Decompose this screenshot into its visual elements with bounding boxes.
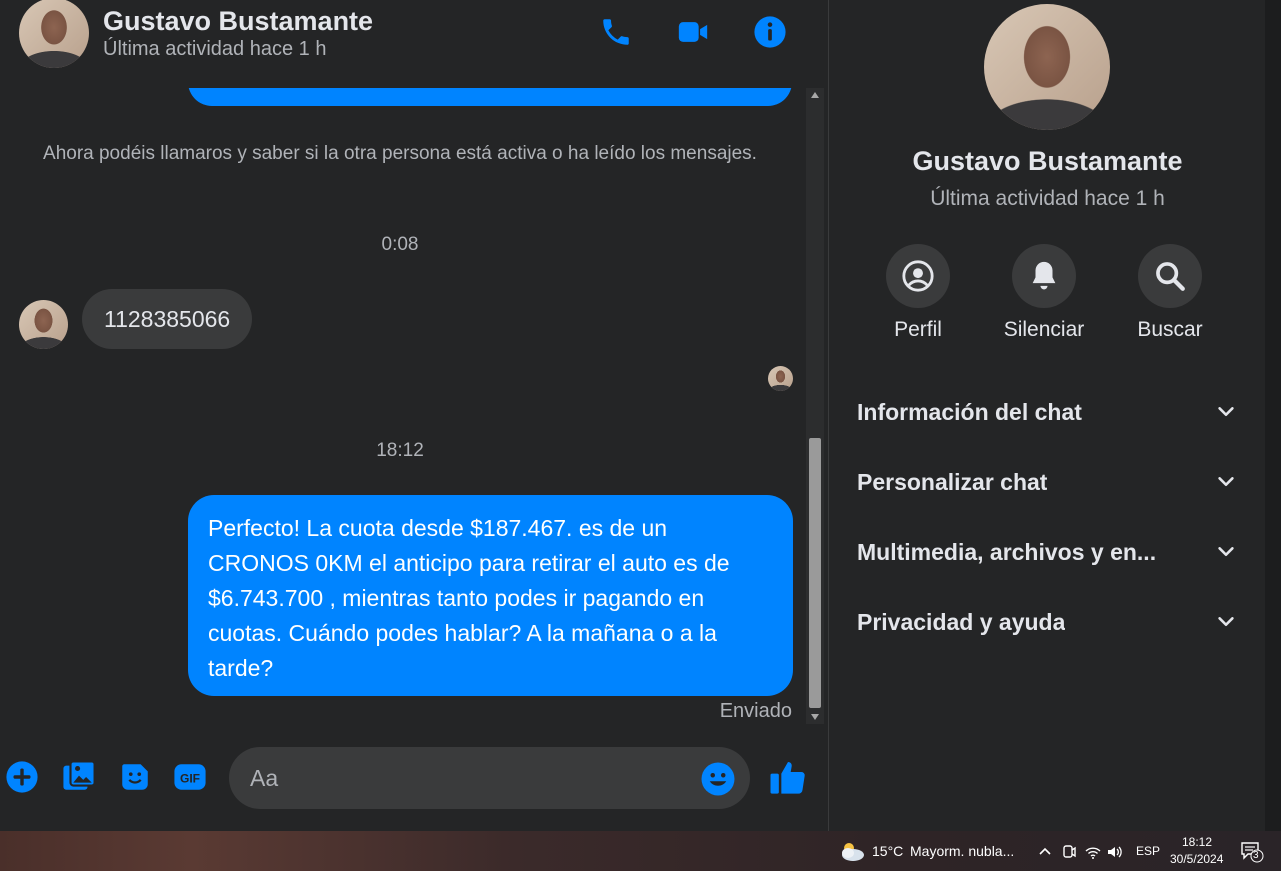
notification-center-icon[interactable] [1240, 841, 1264, 863]
weather-cloud-icon[interactable] [838, 839, 866, 863]
section-chat-info[interactable]: Información del chat [857, 392, 1237, 432]
read-receipt-avatar [768, 366, 793, 391]
scroll-thumb[interactable] [809, 438, 821, 708]
chat-info-panel: Gustavo Bustamante Última actividad hace… [828, 0, 1265, 831]
message-list[interactable]: Ahora podéis llamaros y saber si la otra… [0, 88, 806, 724]
chat-pane: Gustavo Bustamante Última actividad hace… [0, 0, 827, 831]
bell-icon [1032, 261, 1056, 290]
timestamp: 18:12 [376, 440, 424, 461]
info-icon[interactable] [752, 14, 788, 50]
plus-icon[interactable] [4, 759, 40, 795]
mute-label: Silenciar [1003, 318, 1085, 341]
message-input[interactable] [229, 747, 750, 809]
thumbs-up-icon[interactable] [768, 757, 808, 797]
section-customize-chat[interactable]: Personalizar chat [857, 462, 1237, 502]
meet-now-icon[interactable] [1060, 843, 1078, 861]
incoming-message[interactable]: 1128385066 [82, 289, 253, 349]
section-privacy-help[interactable]: Privacidad y ayuda [857, 602, 1237, 642]
emoji-icon[interactable] [700, 761, 736, 797]
section-title: Multimedia, archivos y en... [857, 538, 1157, 565]
profile-avatar[interactable] [984, 4, 1110, 130]
page-scrollbar[interactable] [1265, 0, 1281, 831]
chevron-down-icon [1218, 477, 1234, 487]
notification-count: 3 [1253, 850, 1259, 861]
profile-label: Perfil [894, 318, 942, 341]
image-attach-icon[interactable] [61, 759, 97, 795]
search-label: Buscar [1137, 318, 1203, 341]
volume-icon[interactable] [1106, 843, 1124, 861]
wifi-icon[interactable] [1084, 843, 1102, 861]
windows-taskbar: 15°C Mayorm. nubla... ESP 18:12 30/5/202… [0, 831, 1281, 871]
input-language[interactable]: ESP [1136, 844, 1160, 858]
gif-icon[interactable]: GIF [172, 759, 208, 795]
chevron-down-icon [1218, 547, 1234, 557]
chat-header: Gustavo Bustamante Última actividad hace… [0, 0, 827, 68]
message-scrollbar[interactable] [806, 88, 824, 724]
timestamp: 0:08 [381, 234, 419, 255]
chevron-down-icon [1218, 407, 1234, 417]
search-button[interactable]: Buscar [1115, 244, 1225, 342]
mute-button[interactable]: Silenciar [989, 244, 1099, 342]
profile-button[interactable]: Perfil [863, 244, 973, 342]
chevron-up-icon[interactable] [1036, 843, 1054, 861]
composer: GIF [0, 745, 827, 815]
messenger-app: Gustavo Bustamante Última actividad hace… [0, 0, 1281, 831]
search-icon [1156, 262, 1185, 291]
profile-status: Última actividad hace 1 h [930, 187, 1165, 210]
section-media-files[interactable]: Multimedia, archivos y en... [857, 532, 1237, 572]
section-title: Privacidad y ayuda [857, 608, 1066, 635]
chevron-down-icon [1218, 617, 1234, 627]
sender-avatar[interactable] [19, 300, 68, 349]
section-title: Personalizar chat [857, 468, 1048, 495]
system-note: Ahora podéis llamaros y saber si la otra… [43, 143, 757, 164]
section-title: Información del chat [857, 398, 1082, 425]
video-call-icon[interactable] [675, 14, 711, 50]
scroll-down-arrow-icon[interactable] [811, 714, 819, 720]
sent-status: Enviado [719, 700, 792, 722]
profile-name: Gustavo Bustamante [912, 146, 1183, 176]
contact-status: Última actividad hace 1 h [103, 38, 327, 60]
sticker-icon[interactable] [117, 759, 153, 795]
contact-avatar[interactable] [19, 0, 89, 68]
previous-outgoing-message[interactable] [188, 88, 792, 106]
clock-time[interactable]: 18:12 [1182, 835, 1212, 849]
clock-date[interactable]: 30/5/2024 [1170, 852, 1223, 866]
weather-temperature[interactable]: 15°C [872, 843, 903, 859]
contact-name[interactable]: Gustavo Bustamante [103, 6, 373, 37]
weather-forecast[interactable]: Mayorm. nubla... [910, 843, 1014, 859]
scroll-up-arrow-icon[interactable] [811, 92, 819, 98]
phone-call-icon[interactable] [598, 14, 634, 50]
profile-icon [902, 260, 934, 292]
svg-text:GIF: GIF [180, 772, 200, 786]
outgoing-message[interactable]: Perfecto! La cuota desde $187.467. es de… [188, 495, 793, 696]
